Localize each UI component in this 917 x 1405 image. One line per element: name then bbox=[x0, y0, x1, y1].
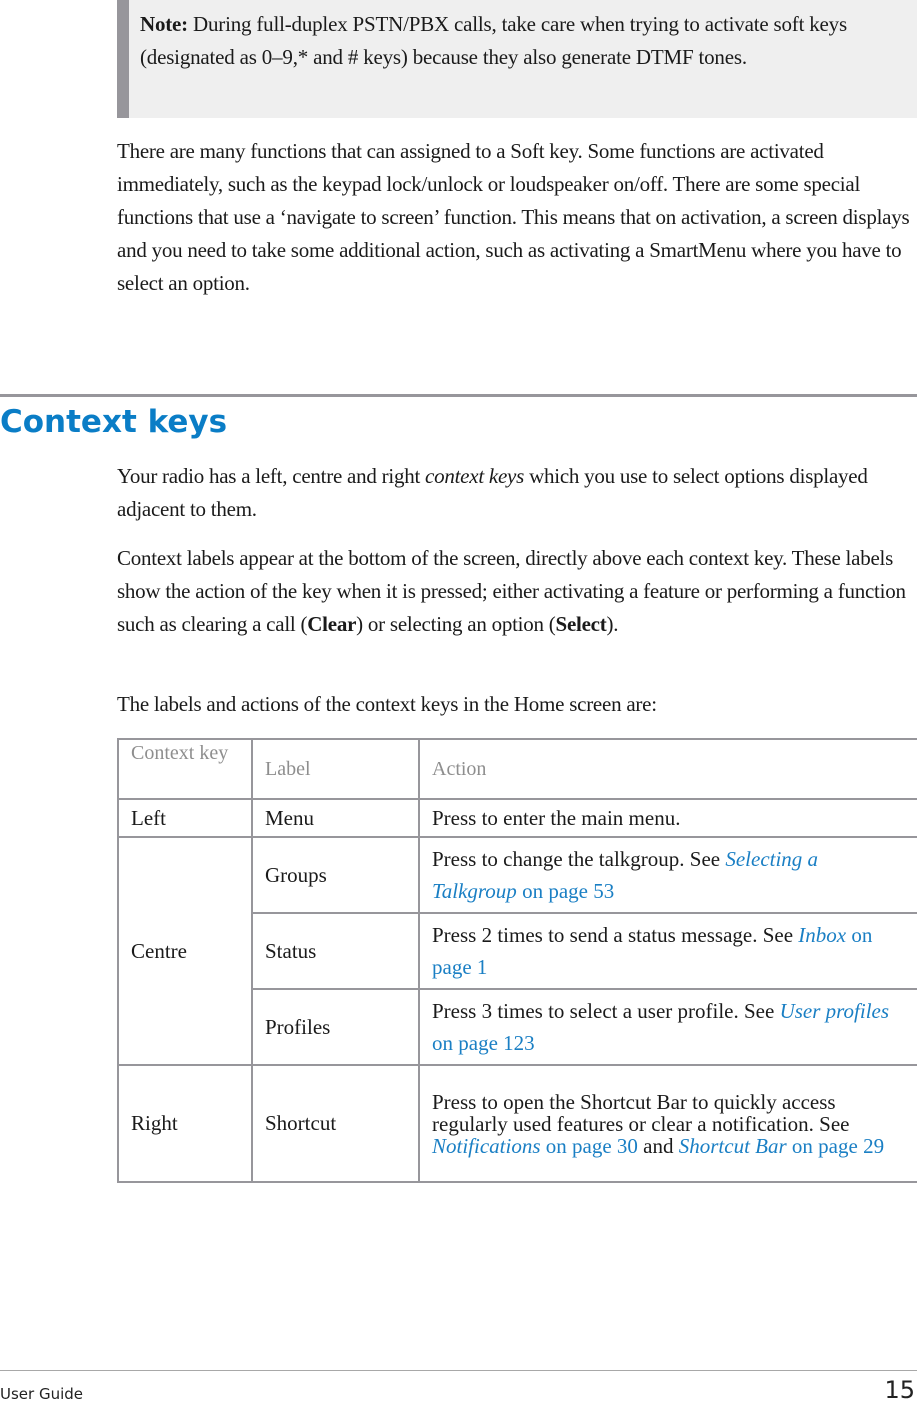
intro-paragraph: There are many functions that can assign… bbox=[117, 139, 910, 295]
note-box: Note: During full-duplex PSTN/PBX calls,… bbox=[117, 0, 917, 118]
context-labels-paragraph: Context labels appear at the bottom of t… bbox=[117, 542, 917, 641]
section-divider bbox=[0, 394, 917, 397]
table-row: Left Menu Press to enter the main menu. bbox=[117, 798, 917, 838]
action-text: Press 2 times to send a status message. … bbox=[432, 923, 799, 947]
p2-middle: ) or selecting an option ( bbox=[356, 612, 556, 636]
cell-label: Status bbox=[251, 912, 420, 990]
xref-link-notifications[interactable]: Notifications on page 30 bbox=[432, 1134, 638, 1158]
cell-label: Groups bbox=[251, 836, 420, 914]
cell-action: Press to open the Shortcut Bar to quickl… bbox=[418, 1064, 917, 1183]
action-text: Press 3 times to select a user profile. … bbox=[432, 999, 780, 1023]
page-number: 15 bbox=[884, 1376, 915, 1404]
table-row: Right Shortcut Press to open the Shortcu… bbox=[117, 1064, 917, 1183]
p2-bold-clear: Clear bbox=[307, 612, 357, 636]
note-text: During full-duplex PSTN/PBX calls, take … bbox=[140, 12, 847, 69]
cell-action: Press to enter the main menu. bbox=[418, 798, 917, 838]
header-label: Label bbox=[251, 738, 420, 800]
cell-action: Press 2 times to send a status message. … bbox=[418, 912, 917, 990]
section-heading: Context keys bbox=[0, 404, 228, 440]
p2-after: ). bbox=[606, 612, 619, 636]
context-keys-paragraph: Your radio has a left, centre and right … bbox=[117, 460, 917, 526]
footer-title: User Guide bbox=[0, 1385, 84, 1403]
note-label: Note: bbox=[140, 12, 188, 36]
table-header-row: Context key Label Action bbox=[117, 738, 917, 800]
action-text: Press to change the talkgroup. See bbox=[432, 847, 726, 871]
cell-label: Shortcut bbox=[251, 1064, 420, 1183]
p2-bold-select: Select bbox=[555, 612, 607, 636]
p1-emphasis: context keys bbox=[425, 464, 525, 488]
action-text-and: and bbox=[637, 1133, 679, 1158]
context-keys-table: Context key Label Action Left Menu Press… bbox=[117, 738, 917, 1183]
action-text: Press to open the Shortcut Bar to quickl… bbox=[432, 1089, 850, 1136]
cell-key: Centre bbox=[117, 836, 253, 1066]
footer-divider bbox=[0, 1370, 917, 1371]
p1-before: Your radio has a left, centre and right bbox=[117, 464, 426, 488]
header-context-key: Context key bbox=[117, 738, 253, 800]
table-intro-paragraph: The labels and actions of the context ke… bbox=[117, 692, 657, 716]
cell-action: Press to change the talkgroup. See Selec… bbox=[418, 836, 917, 914]
cell-key: Right bbox=[117, 1064, 253, 1183]
xref-link-shortcut-bar[interactable]: Shortcut Bar on page 29 bbox=[679, 1134, 884, 1158]
header-action: Action bbox=[418, 738, 917, 800]
cell-label: Profiles bbox=[251, 988, 420, 1066]
table-row: Centre Groups Press to change the talkgr… bbox=[117, 836, 917, 1066]
cell-action: Press 3 times to select a user profile. … bbox=[418, 988, 917, 1066]
cell-label: Menu bbox=[251, 798, 420, 838]
cell-key: Left bbox=[117, 798, 253, 838]
